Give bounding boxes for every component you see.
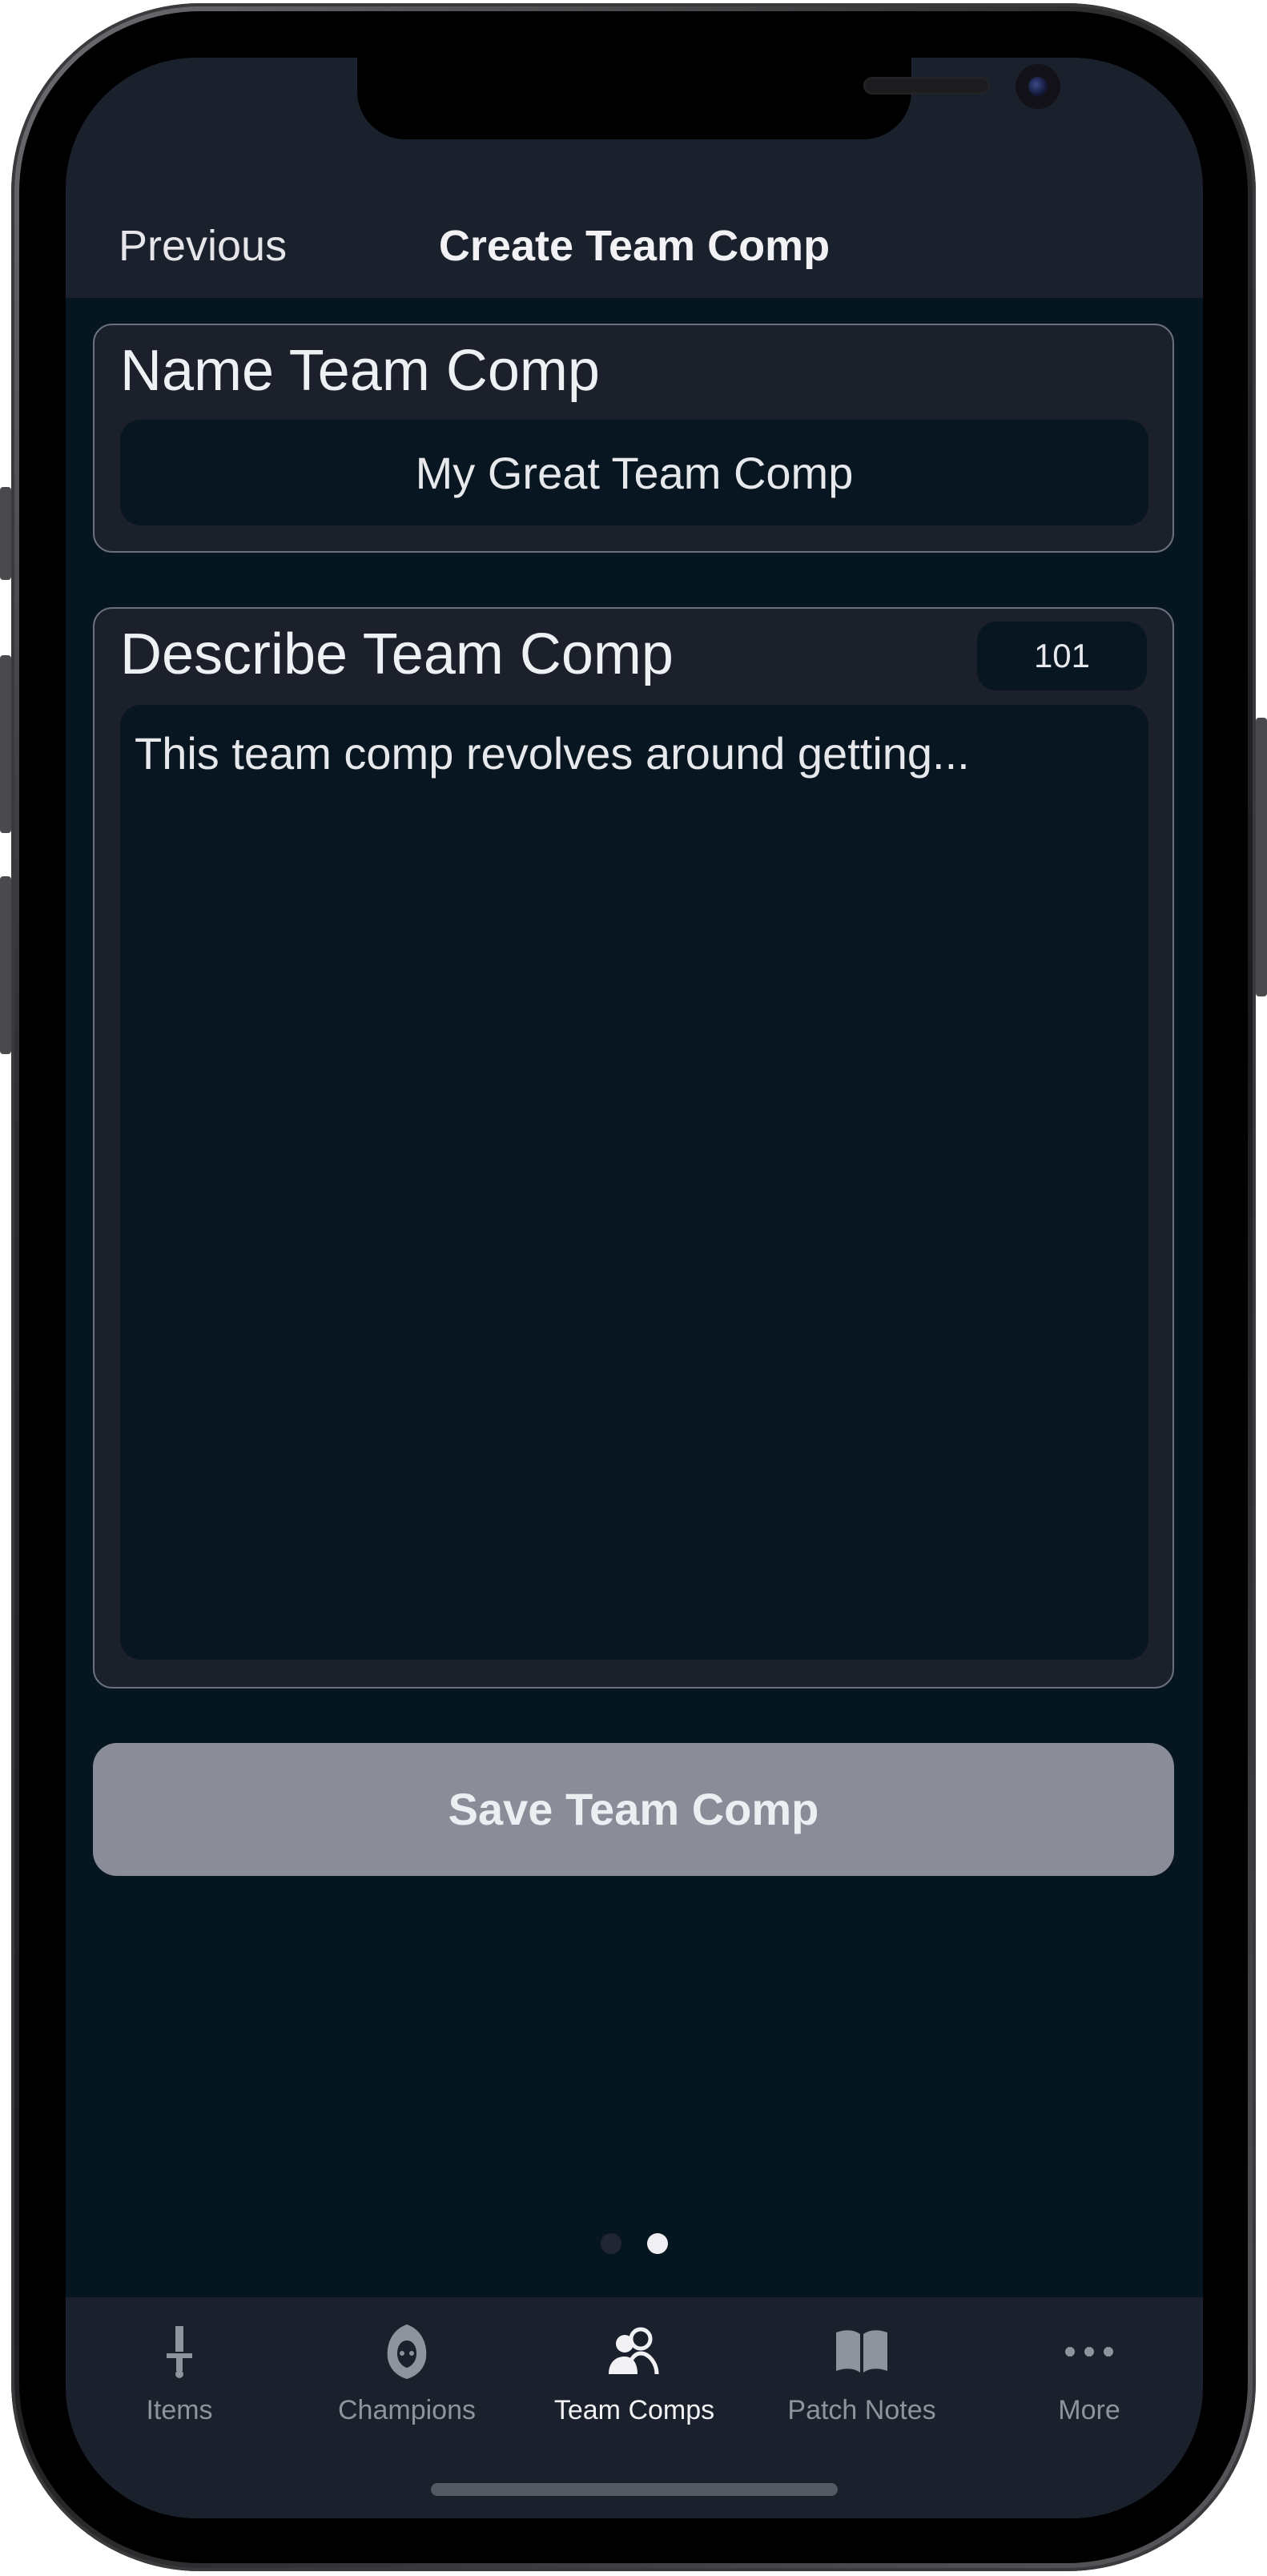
name-team-comp-card: Name Team Comp	[93, 324, 1174, 553]
tab-patch-notes-label: Patch Notes	[787, 2395, 936, 2425]
tab-team-comps[interactable]: Team Comps	[521, 2321, 748, 2449]
volume-up-button	[0, 655, 11, 833]
tab-more[interactable]: More	[975, 2321, 1203, 2449]
tab-items-label: Items	[146, 2395, 213, 2425]
volume-down-button	[0, 876, 11, 1054]
page-indicator	[66, 2233, 1203, 2257]
power-button	[1256, 718, 1267, 996]
ellipsis-icon	[1065, 2347, 1113, 2357]
tab-more-label: More	[1058, 2395, 1120, 2425]
name-team-comp-title: Name Team Comp	[120, 339, 600, 403]
mute-switch	[0, 487, 11, 580]
tab-champions-label: Champions	[338, 2395, 476, 2425]
tab-patch-notes[interactable]: Patch Notes	[748, 2321, 975, 2449]
home-indicator[interactable]	[431, 2483, 838, 2496]
notch	[357, 58, 1060, 139]
save-team-comp-button[interactable]: Save Team Comp	[93, 1743, 1174, 1876]
sword-icon	[167, 2326, 192, 2378]
team-comp-description-input[interactable]: This team comp revolves around getting..…	[120, 705, 1148, 1660]
navigation-bar: Create Team Comp Previous	[66, 202, 1203, 298]
page-dot-1[interactable]	[601, 2233, 621, 2254]
team-people-icon	[609, 2327, 659, 2375]
describe-team-comp-title: Describe Team Comp	[120, 622, 674, 686]
front-camera-icon	[1016, 64, 1060, 109]
previous-button[interactable]: Previous	[119, 221, 287, 271]
tab-team-comps-label: Team Comps	[553, 2395, 715, 2425]
team-comp-name-input[interactable]	[120, 420, 1148, 525]
character-count-badge: 101	[977, 622, 1147, 690]
describe-team-comp-card: Describe Team Comp 101 This team comp re…	[93, 607, 1174, 1688]
app-screen: Create Team Comp Previous Name Team Comp…	[66, 58, 1203, 2518]
tab-items[interactable]: Items	[66, 2321, 293, 2449]
hooded-figure-icon	[387, 2324, 427, 2379]
book-icon	[836, 2330, 887, 2373]
tab-champions[interactable]: Champions	[293, 2321, 521, 2449]
speaker-grille	[863, 77, 990, 95]
page-dot-2[interactable]	[647, 2233, 668, 2254]
top-bar: Create Team Comp Previous	[66, 58, 1203, 298]
